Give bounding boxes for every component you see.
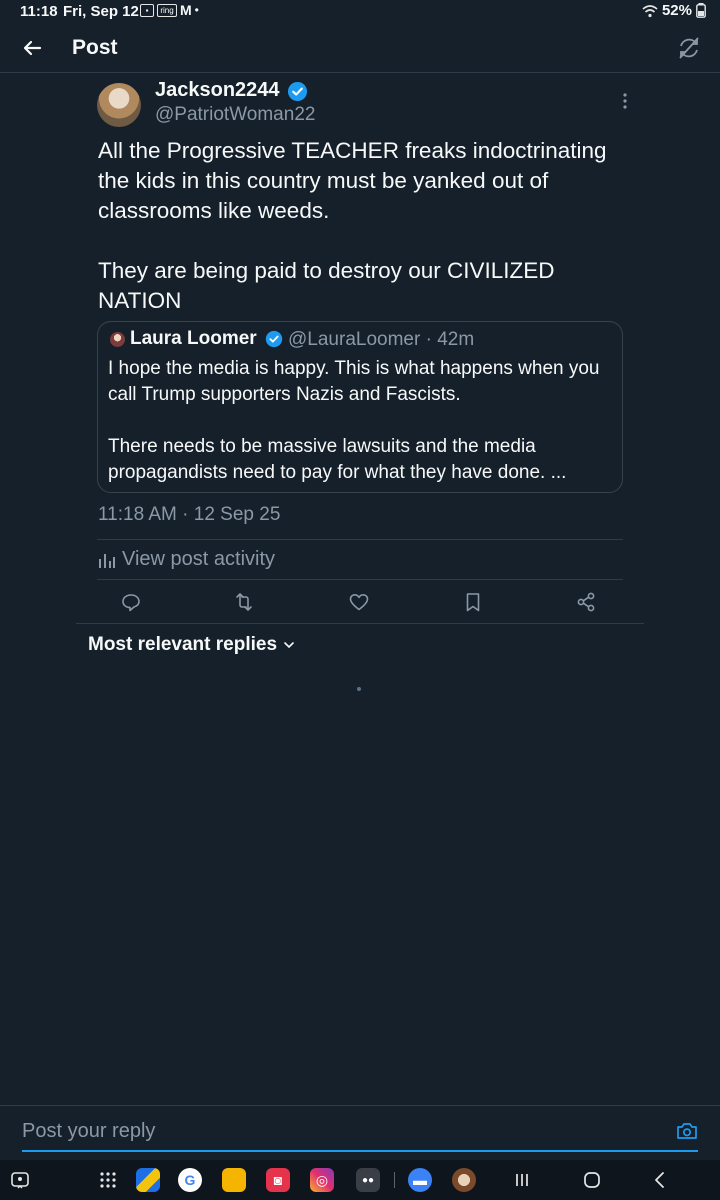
battery-icon: [696, 3, 706, 18]
camera-app-icon[interactable]: ◙: [266, 1168, 290, 1192]
taskbar-divider: [394, 1172, 395, 1188]
app-icon-gray[interactable]: ●●: [356, 1168, 380, 1192]
status-date: Fri, Sep 12: [63, 3, 139, 20]
replies-sort-dropdown[interactable]: Most relevant replies: [88, 634, 295, 656]
share-icon[interactable]: [575, 591, 597, 613]
refresh-disabled-icon[interactable]: [676, 35, 702, 61]
files-icon[interactable]: [222, 1168, 246, 1192]
header-divider: [0, 72, 720, 73]
gmail-icon: M: [180, 2, 192, 18]
home-icon[interactable]: [580, 1168, 604, 1192]
taskbar-assistant-icon[interactable]: [8, 1168, 32, 1192]
divider: [76, 623, 644, 624]
top-app-bar: Post: [0, 24, 720, 72]
view-post-activity-label: View post activity: [122, 548, 276, 570]
status-right: 52%: [642, 2, 706, 19]
quoted-post[interactable]: Laura Loomer @LauraLoomer · 42m I hope t…: [97, 321, 623, 493]
back-arrow-icon[interactable]: [18, 34, 46, 62]
verified-badge-icon: [287, 81, 308, 102]
author-name[interactable]: Jackson2244: [155, 79, 280, 102]
bookmark-icon[interactable]: [462, 591, 484, 613]
quoted-author-name: Laura Loomer: [130, 328, 257, 349]
reply-icon[interactable]: [120, 591, 142, 613]
post-text: All the Progressive TEACHER freaks indoc…: [98, 138, 607, 313]
analytics-icon: [99, 553, 115, 568]
nav-back-icon[interactable]: [648, 1168, 672, 1192]
app-drawer-icon[interactable]: [96, 1168, 120, 1192]
app-icon-photo[interactable]: [452, 1168, 476, 1192]
loading-indicator: [357, 687, 361, 691]
author-handle[interactable]: @PatriotWoman22: [155, 104, 315, 126]
status-bar: 11:18 Fri, Sep 12 ▪ ring M • 52%: [0, 0, 720, 24]
post-timestamp: 11:18 AM · 12 Sep 25: [98, 504, 281, 525]
ring-icon: ring: [157, 3, 177, 17]
messages-icon[interactable]: ▬: [408, 1168, 432, 1192]
divider: [97, 579, 623, 580]
system-taskbar: G ◙ ◎ ●● ▬: [0, 1160, 720, 1200]
instagram-icon[interactable]: ◎: [310, 1168, 334, 1192]
notification-icons: ▪ ring M •: [140, 2, 199, 18]
like-icon[interactable]: [348, 591, 370, 613]
calendar-icon: ▪: [140, 3, 154, 17]
reply-input[interactable]: [22, 1120, 642, 1143]
divider: [97, 539, 623, 540]
reply-bar-divider: [0, 1105, 720, 1106]
quoted-text: I hope the media is happy. This is what …: [108, 358, 600, 483]
wifi-icon: [642, 4, 658, 17]
author-avatar[interactable]: [97, 83, 141, 127]
repost-icon[interactable]: [233, 591, 255, 613]
view-post-activity-link[interactable]: View post activity: [98, 548, 275, 571]
status-dot: •: [194, 3, 199, 17]
google-icon[interactable]: G: [178, 1168, 202, 1192]
reply-input-underline: [22, 1150, 698, 1152]
quoted-verified-badge-icon: [265, 330, 283, 348]
more-options-icon[interactable]: [616, 90, 634, 112]
battery-percent: 52%: [661, 2, 692, 19]
status-time: 11:18: [20, 3, 58, 20]
page-title: Post: [72, 36, 118, 59]
app-icon-blue-yellow[interactable]: [136, 1168, 160, 1192]
camera-icon[interactable]: [676, 1121, 698, 1141]
quoted-author-avatar: [110, 332, 125, 347]
quoted-handle-time: @LauraLoomer · 42m: [288, 329, 475, 350]
replies-sort-label: Most relevant replies: [88, 634, 278, 655]
chevron-down-icon: [284, 642, 294, 649]
recent-apps-icon[interactable]: [510, 1168, 534, 1192]
